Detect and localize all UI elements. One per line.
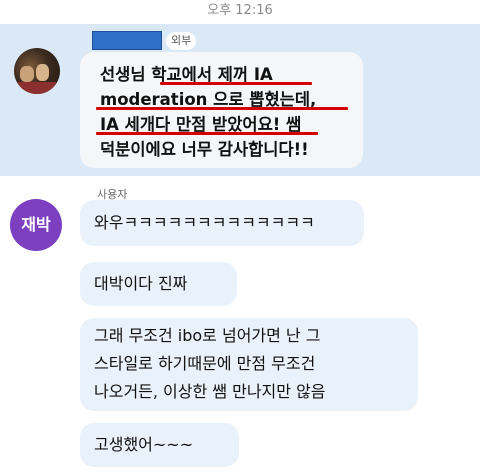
message-line: 나오거든, 이상한 쌤 만나지만 않음 xyxy=(94,382,326,401)
received-message-bubble[interactable]: 선생님 학교에서 제꺼 IA moderation 으로 뽑혔는데, IA 세개… xyxy=(80,52,363,168)
message-timestamp: 오후 12:16 xyxy=(207,3,273,18)
message-line: 그래 무조건 ibo로 넘어가면 난 그 xyxy=(94,326,321,345)
reply-bubble[interactable]: 대박이다 진짜 xyxy=(80,262,237,306)
message-line: 고생했어~~~ xyxy=(94,435,194,454)
message-line: 와우ㅋㅋㅋㅋㅋㅋㅋㅋㅋㅋㅋㅋㅋ xyxy=(94,213,315,232)
red-underline xyxy=(96,107,348,110)
reply-bubble[interactable]: 그래 무조건 ibo로 넘어가면 난 그 스타일로 하기때문에 만점 무조건 나… xyxy=(80,318,418,411)
red-underline xyxy=(160,82,312,85)
reply-bubble[interactable]: 와우ㅋㅋㅋㅋㅋㅋㅋㅋㅋㅋㅋㅋㅋ xyxy=(80,200,364,246)
redacted-sender-name xyxy=(92,31,162,50)
avatar-clothing-shape xyxy=(18,82,56,94)
message-line: 대박이다 진짜 xyxy=(94,274,188,293)
message-line: 스타일로 하기때문에 만점 무조건 xyxy=(94,354,316,373)
message-line: 덕분이에요 너무 감사합니다!! xyxy=(100,140,309,159)
avatar-person-shape xyxy=(20,66,34,82)
sender-avatar-photo[interactable] xyxy=(14,48,60,94)
reply-bubble[interactable]: 고생했어~~~ xyxy=(80,423,239,467)
avatar-person-shape xyxy=(36,64,49,81)
sender-avatar[interactable]: 재박 xyxy=(10,199,62,251)
red-underline xyxy=(96,132,318,135)
external-tag: 외부 xyxy=(166,32,197,50)
